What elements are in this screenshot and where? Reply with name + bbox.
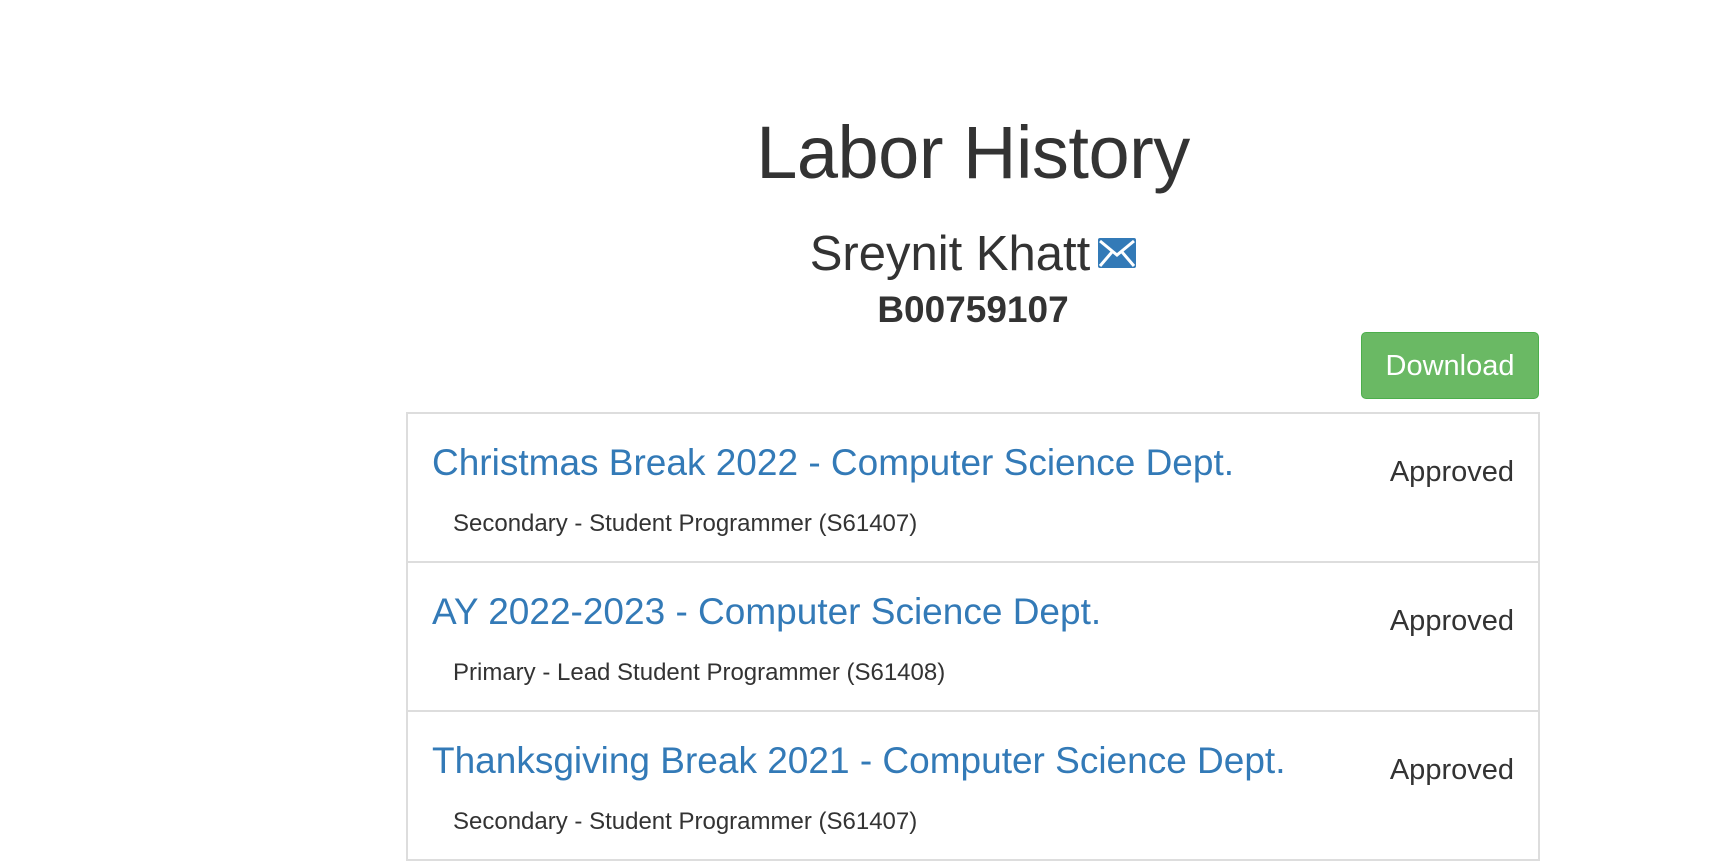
student-name: Sreynit Khatt (809, 227, 1091, 281)
status-label: Approved (1389, 754, 1514, 786)
list-item: AY 2022-2023 - Computer Science Dept. Pr… (406, 563, 1540, 712)
history-item-title-link[interactable]: AY 2022-2023 - Computer Science Dept. (432, 591, 1101, 633)
envelope-icon[interactable] (1098, 226, 1137, 280)
history-item-position: Secondary - Student Programmer (S61407) (453, 510, 918, 537)
b-number: B00759107 (877, 289, 1069, 330)
page-title: Labor History (756, 111, 1190, 194)
list-item: Christmas Break 2022 - Computer Science … (406, 414, 1540, 563)
history-item-title-link[interactable]: Christmas Break 2022 - Computer Science … (432, 442, 1234, 484)
status-label: Approved (1389, 456, 1514, 488)
download-button[interactable]: Download (1361, 332, 1539, 399)
history-item-title-link[interactable]: Thanksgiving Break 2021 - Computer Scien… (432, 740, 1286, 782)
history-item-position: Primary - Lead Student Programmer (S6140… (453, 659, 946, 686)
labor-history-list: Christmas Break 2022 - Computer Science … (406, 412, 1540, 861)
student-name-row: Sreynit Khatt (0, 226, 1730, 282)
labor-history-page: Labor History Sreynit Khatt B00759107 Do… (0, 0, 1730, 862)
status-label: Approved (1389, 605, 1514, 637)
history-item-position: Secondary - Student Programmer (S61407) (453, 808, 918, 835)
list-item: Thanksgiving Break 2021 - Computer Scien… (406, 712, 1540, 861)
